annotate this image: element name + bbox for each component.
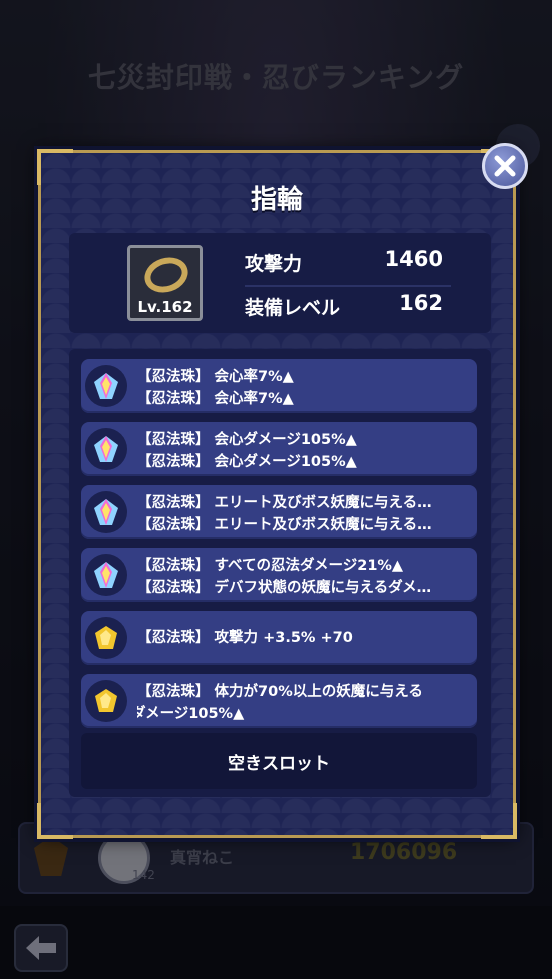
empty-slot-button[interactable]: 空きスロット [81,733,477,789]
equip-level-label: 装備レベル [245,297,341,319]
slot-effect-line: 【忍法珠】 エリート及びボス妖魔に与える… [137,517,432,533]
slot-effect-line: 【忍法珠】 攻撃力 +3.5% +70 [137,630,353,646]
slot-effect-line: 【忍法珠】 エリート及びボス妖魔に与える… [137,495,432,511]
rainbow-gem-icon [85,491,127,533]
slot-effect-line: ダメージ105%▲ [137,706,245,722]
attack-label: 攻撃力 [245,253,303,275]
ninpou-slot-list: 【忍法珠】 会心率7%▲ 【忍法珠】 会心率7%▲ 【忍法珠】 会心ダメージ10… [69,349,491,797]
slot-effect-line: 【忍法珠】 会心ダメージ105%▲ [137,432,357,448]
ninpou-slot[interactable]: 【忍法珠】 すべての忍法ダメージ21%▲ 【忍法珠】 デバフ状態の妖魔に与えるダ… [81,548,477,602]
slot-effect-line: 【忍法珠】 体力が70%以上の妖魔に与える [137,684,423,700]
modal-title: 指輪 [250,185,303,215]
attack-value: 1460 [384,247,443,271]
slot-effect-line: 【忍法珠】 デバフ状態の妖魔に与えるダメ… [137,580,432,596]
slot-effect-line: 【忍法珠】 会心率7%▲ [137,369,294,385]
slot-effect-line: 【忍法珠】 すべての忍法ダメージ21%▲ [137,558,404,574]
close-icon [494,155,516,177]
rainbow-gem-icon [85,554,127,596]
close-button[interactable] [482,143,528,189]
frame-corner [37,803,73,839]
slot-effect-line: 【忍法珠】 会心ダメージ105%▲ [137,454,357,470]
equipment-info-panel: Lv.162 攻撃力 1460 装備レベル 162 [69,233,491,333]
rainbow-gem-icon [85,428,127,470]
ninpou-slot[interactable]: 【忍法珠】 エリート及びボス妖魔に与える… 【忍法珠】 エリート及びボス妖魔に与… [81,485,477,539]
ring-icon [139,252,193,298]
slot-effect-line: 【忍法珠】 会心率7%▲ [137,391,294,407]
ninpou-slot[interactable]: 【忍法珠】 攻撃力 +3.5% +70 [81,611,477,665]
ring-item-icon: Lv.162 [127,245,203,321]
equipment-detail-modal: 指輪 Lv.162 攻撃力 1460 装備レベル 162 【忍法珠】 会心率7%… [37,149,517,839]
ninpou-slot[interactable]: 【忍法珠】 会心率7%▲ 【忍法珠】 会心率7%▲ [81,359,477,413]
ninpou-slot[interactable]: 【忍法珠】 会心ダメージ105%▲ 【忍法珠】 会心ダメージ105%▲ [81,422,477,476]
equip-level-value: 162 [399,291,443,315]
rainbow-gem-icon [85,365,127,407]
frame-corner [481,803,517,839]
ninpou-slot[interactable]: 【忍法珠】 体力が70%以上の妖魔に与える ダメージ105%▲ [81,674,477,728]
gold-gem-icon [85,680,127,722]
stat-divider [245,285,451,287]
gold-gem-icon [85,617,127,659]
item-level-badge: Lv.162 [137,298,193,316]
